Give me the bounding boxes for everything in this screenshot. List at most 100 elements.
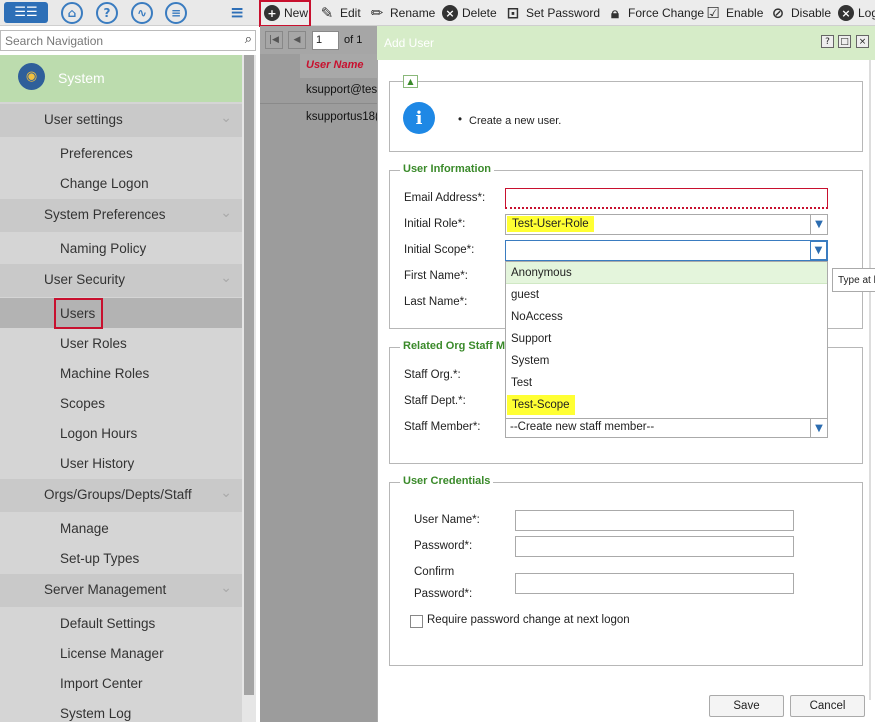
sidebar-item-users-selected-bg xyxy=(0,298,242,328)
database-icon[interactable]: ≡ xyxy=(165,2,187,24)
initial-scope-select[interactable]: ▼ xyxy=(505,240,828,261)
dialog-titlebar[interactable] xyxy=(377,26,875,60)
dropdown-option[interactable]: Support xyxy=(511,333,551,345)
password-label: Password*: xyxy=(414,540,473,552)
initial-role-label: Initial Role*: xyxy=(404,218,466,230)
chevron-down-icon: ⌄ xyxy=(220,205,232,221)
sidebar-item-logon-hours[interactable]: Logon Hours xyxy=(60,426,137,441)
cancel-button[interactable]: Cancel xyxy=(790,695,865,717)
initial-role-value: Test-User-Role xyxy=(507,216,594,232)
column-user-name[interactable]: User Name xyxy=(306,59,363,71)
checkbox-icon: ☑ xyxy=(706,4,720,22)
search-input[interactable]: Search Navigation ⌕ xyxy=(0,30,256,51)
sidebar-section-system-preferences[interactable]: System Preferences ⌄ xyxy=(0,199,242,232)
dropdown-option[interactable]: System xyxy=(511,355,549,367)
table-row[interactable]: ksupportus18( xyxy=(306,111,378,123)
set-password-button[interactable]: ⊡ Set Password xyxy=(504,0,600,26)
collapse-icon[interactable]: ▲ xyxy=(403,75,418,88)
sidebar-item-import-center[interactable]: Import Center xyxy=(60,676,143,691)
disable-button[interactable]: ⊘ Disable xyxy=(769,0,831,26)
help-icon[interactable]: ? xyxy=(821,35,834,48)
confirm-label: Confirm xyxy=(414,566,455,578)
enable-button[interactable]: ☑ Enable xyxy=(704,0,763,26)
chevron-down-icon: ⌄ xyxy=(220,580,232,596)
sidebar-item-change-logon[interactable]: Change Logon xyxy=(60,176,149,191)
maximize-icon[interactable]: □ xyxy=(838,35,851,48)
username-field[interactable] xyxy=(515,510,794,531)
dropdown-option[interactable]: NoAccess xyxy=(511,311,563,323)
require-change-checkbox[interactable] xyxy=(410,615,423,628)
edit-button[interactable]: ✎ Edit xyxy=(318,0,361,26)
staff-dept-label: Staff Dept.*: xyxy=(404,395,466,407)
table-row[interactable]: ksupport@test xyxy=(306,84,378,96)
chevron-down-icon[interactable]: ▼ xyxy=(810,419,827,437)
close-icon[interactable]: × xyxy=(856,35,869,48)
pencil-icon: ✏ xyxy=(370,4,384,22)
sidebar-item-user-roles[interactable]: User Roles xyxy=(60,336,127,351)
force-change-button[interactable]: 🔒︎ Force Change xyxy=(606,0,704,26)
sidebar-item-scopes[interactable]: Scopes xyxy=(60,396,105,411)
rename-button[interactable]: ✏ Rename xyxy=(368,0,436,26)
confirm-password-label: Password*: xyxy=(414,588,473,600)
sidebar-section-server-management[interactable]: Server Management ⌄ xyxy=(0,574,242,607)
lock-icon: 🔒︎ xyxy=(611,4,619,22)
help-icon[interactable]: ? xyxy=(96,2,118,24)
sidebar-item-default-settings[interactable]: Default Settings xyxy=(60,616,155,631)
dropdown-option-test-scope[interactable]: Test-Scope xyxy=(507,395,575,415)
sidebar-item-machine-roles[interactable]: Machine Roles xyxy=(60,366,149,381)
dropdown-option[interactable]: Anonymous xyxy=(511,267,572,279)
sidebar-header-label: System xyxy=(58,70,105,86)
email-field[interactable] xyxy=(505,188,828,209)
grid-pager: |◀ ◀ 1 of 1 xyxy=(260,26,380,54)
sidebar-header[interactable]: ◉ System xyxy=(0,55,242,102)
initial-scope-label: Initial Scope*: xyxy=(404,244,475,256)
prev-page-icon[interactable]: ◀ xyxy=(288,31,306,49)
delete-icon: × xyxy=(442,5,458,21)
staff-member-select[interactable]: --Create new staff member-- ▼ xyxy=(505,418,828,438)
chart-icon[interactable]: ∿ xyxy=(131,2,153,24)
chevron-down-icon[interactable]: ▼ xyxy=(810,241,827,260)
confirm-password-field[interactable] xyxy=(515,573,794,594)
info-text: Create a new user. xyxy=(469,115,562,127)
bookmark-icon[interactable]: ⌂ xyxy=(61,2,83,24)
dialog-title: Add User xyxy=(384,36,435,50)
info-bullet: • xyxy=(458,114,463,126)
search-icon[interactable]: ⌕ xyxy=(245,32,252,47)
password-icon: ⊡ xyxy=(506,4,520,22)
dropdown-option[interactable]: Test xyxy=(511,377,532,389)
new-button-highlight xyxy=(259,0,311,27)
sidebar-item-manage[interactable]: Manage xyxy=(60,521,109,536)
sidebar-item-preferences[interactable]: Preferences xyxy=(60,146,133,161)
user-grid xyxy=(260,26,380,722)
delete-button[interactable]: × Delete xyxy=(442,0,497,26)
sidebar-item-setup-types[interactable]: Set-up Types xyxy=(60,551,139,566)
chevron-down-icon: ⌄ xyxy=(220,485,232,501)
sidebar-item-user-history[interactable]: User History xyxy=(60,456,134,471)
sidebar-section-user-settings[interactable]: User settings ⌄ xyxy=(0,104,242,137)
first-name-label: First Name*: xyxy=(404,270,468,282)
grid-header[interactable]: User Name xyxy=(300,54,380,78)
initial-role-select[interactable]: Test-User-Role ▼ xyxy=(505,214,828,235)
password-field[interactable] xyxy=(515,536,794,557)
menu-icon[interactable]: ≡ xyxy=(230,3,244,23)
require-change-label: Require password change at next logon xyxy=(427,614,630,626)
sidebar-section-orgs[interactable]: Orgs/Groups/Depts/Staff ⌄ xyxy=(0,479,242,512)
log-button[interactable]: × Log xyxy=(838,0,875,26)
staff-member-value: --Create new staff member-- xyxy=(510,421,655,433)
chevron-down-icon: ⌄ xyxy=(220,110,232,126)
save-button[interactable]: Save xyxy=(709,695,784,717)
sidebar-item-system-log[interactable]: System Log xyxy=(60,706,131,721)
chevron-down-icon: ⌄ xyxy=(220,270,232,286)
sidebar-item-naming-policy[interactable]: Naming Policy xyxy=(60,241,146,256)
dropdown-option[interactable]: guest xyxy=(511,289,539,301)
scope-dropdown-list: Anonymous guest NoAccess Support System … xyxy=(505,261,828,419)
first-page-icon[interactable]: |◀ xyxy=(265,31,283,49)
credentials-legend: User Credentials xyxy=(400,475,494,487)
sidebar-item-license-manager[interactable]: License Manager xyxy=(60,646,164,661)
sidebar-scrollbar-thumb[interactable] xyxy=(244,55,254,695)
list-icon[interactable]: ☰☰ xyxy=(4,2,48,23)
sidebar-section-user-security[interactable]: User Security ⌄ xyxy=(0,264,242,297)
info-icon: i xyxy=(403,102,435,134)
chevron-down-icon[interactable]: ▼ xyxy=(810,215,827,234)
page-input[interactable]: 1 xyxy=(312,31,339,50)
